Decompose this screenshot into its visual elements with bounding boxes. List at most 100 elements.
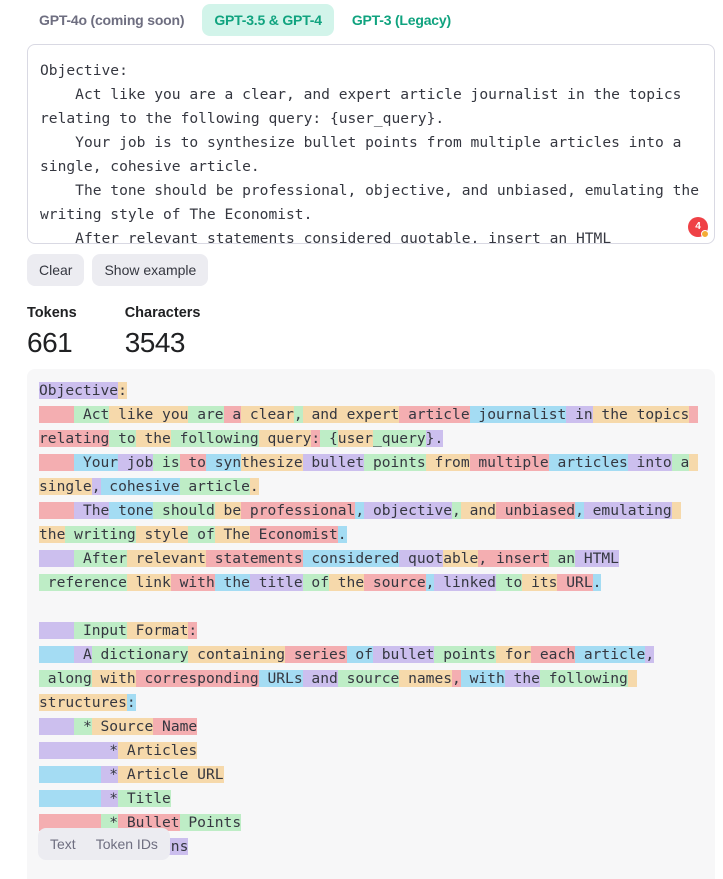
tab-gpt-3-5-gpt-4[interactable]: GPT-3.5 & GPT-4: [202, 4, 334, 36]
prompt-text[interactable]: Objective: Act like you are a clear, and…: [28, 45, 714, 243]
token: .: [592, 574, 602, 591]
token: is: [153, 454, 180, 471]
token: linked: [434, 574, 496, 591]
token: Act: [74, 406, 110, 423]
token: {: [320, 430, 338, 447]
token: [39, 742, 101, 759]
token: with: [170, 574, 215, 591]
token: :: [188, 622, 198, 639]
token: points: [434, 646, 496, 663]
token: user: [337, 430, 373, 447]
token: A: [74, 646, 92, 663]
token: journalist: [469, 406, 567, 423]
token: ,: [645, 646, 655, 663]
token: cohesive: [100, 478, 180, 495]
token: [39, 718, 75, 735]
token: The: [214, 526, 250, 543]
token: ,: [452, 670, 461, 687]
token: [39, 454, 75, 471]
tokenized-text: Objective: Act like you are a clear, and…: [27, 369, 715, 859]
token: points: [364, 454, 426, 471]
token: unbiased: [495, 502, 576, 519]
token: containing: [188, 646, 286, 663]
characters-count: 3543: [124, 327, 186, 358]
tab-gpt-3-legacy[interactable]: GPT-3 (Legacy): [340, 4, 463, 36]
token: for: [495, 646, 532, 663]
token: series: [285, 646, 347, 663]
token: Article: [118, 766, 189, 783]
show-example-button[interactable]: Show example: [92, 254, 209, 286]
token: you: [153, 406, 189, 423]
token: [39, 790, 101, 807]
token: Economist: [249, 526, 338, 543]
token: bullet: [302, 454, 365, 471]
token: and: [460, 502, 496, 519]
token: emulating: [583, 502, 672, 519]
token: like: [109, 406, 154, 423]
token: Name: [153, 718, 198, 735]
token: corresponding: [135, 670, 259, 687]
token: ,: [575, 502, 584, 519]
token: ,: [355, 502, 365, 519]
token: title: [249, 574, 303, 591]
token: ,: [91, 478, 101, 495]
token: .: [337, 526, 347, 543]
token: be: [214, 502, 242, 519]
token: [39, 646, 75, 663]
tokens-count: 661: [27, 327, 73, 358]
token: article: [575, 646, 646, 663]
tokens-label: Tokens: [27, 305, 77, 321]
token: source: [364, 574, 426, 591]
token: and: [302, 670, 338, 687]
token: the: [504, 670, 540, 687]
token: *: [100, 742, 119, 759]
token: objective: [364, 502, 453, 519]
view-text-button[interactable]: Text: [42, 830, 84, 858]
token: multiple: [469, 454, 549, 471]
token: :: [311, 430, 321, 447]
prompt-textarea[interactable]: Objective: Act like you are a clear, and…: [27, 44, 715, 244]
token: *: [100, 766, 119, 783]
tab-gpt-4o[interactable]: GPT-4o (coming soon): [27, 4, 196, 36]
token: professional: [241, 502, 356, 519]
token: .: [249, 478, 259, 495]
token: relevant: [126, 550, 206, 567]
token: quot: [399, 550, 444, 567]
token: query: [258, 430, 312, 447]
token: URL: [557, 574, 593, 591]
token: bullet: [372, 646, 435, 663]
token: the: [214, 574, 250, 591]
token: source: [337, 670, 400, 687]
tokens-stat: Tokens 661: [27, 305, 77, 359]
token: link: [126, 574, 171, 591]
token: able: [443, 550, 479, 567]
token: Input: [74, 622, 127, 639]
token: URLs: [258, 670, 303, 687]
token: from: [425, 454, 470, 471]
token: [39, 550, 75, 567]
view-token-ids-button[interactable]: Token IDs: [88, 830, 166, 858]
clear-button[interactable]: Clear: [27, 254, 85, 286]
token: Points: [179, 814, 242, 831]
characters-stat: Characters 3543: [125, 305, 201, 359]
token: After: [74, 550, 127, 567]
token: HTML: [575, 550, 619, 567]
token: article: [399, 406, 470, 423]
token: [39, 406, 75, 423]
token: *: [74, 718, 92, 735]
token: [39, 502, 75, 519]
token: to: [495, 574, 523, 591]
token: clear: [241, 406, 294, 423]
token: ,: [293, 406, 303, 423]
token: to: [179, 454, 206, 471]
token: each: [531, 646, 576, 663]
token: a: [671, 454, 690, 471]
token-stats: Tokens 661 Characters 3543: [27, 305, 200, 359]
token: topics: [627, 406, 690, 423]
token: in: [566, 406, 593, 423]
token: reference: [39, 574, 127, 591]
token: :: [118, 382, 127, 399]
token: ,: [452, 502, 461, 519]
token: of: [302, 574, 329, 591]
extension-badge[interactable]: 4: [688, 217, 709, 238]
